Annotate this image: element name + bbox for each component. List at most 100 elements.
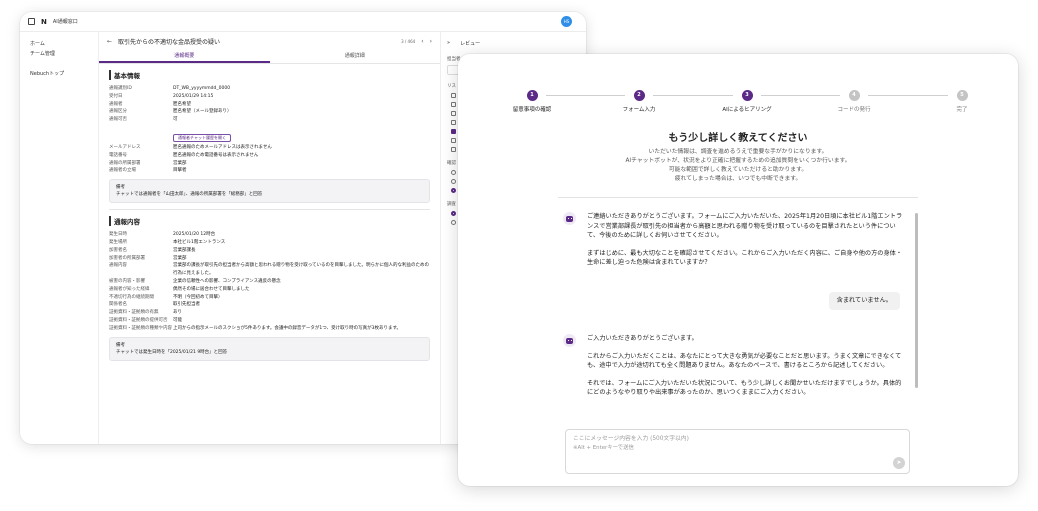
info-value: 上司からの指示メールのスクショが5件あります。会議中の録音データが1つ、受け取り… bbox=[173, 325, 402, 331]
info-value: DT_WB_yyyymmdd_0000 bbox=[173, 86, 231, 91]
note-label: 備考 bbox=[116, 342, 125, 348]
prev-icon[interactable]: ‹ bbox=[421, 38, 423, 45]
info-row: 通報者の立場 目撃者 bbox=[109, 167, 430, 175]
info-value: 可能 bbox=[173, 317, 182, 323]
intro-text: いただいた情報は、調査を進めるうえで重要な手がかりになります。 AIチャットボッ… bbox=[558, 148, 918, 184]
chat-scrollbar[interactable] bbox=[915, 213, 918, 388]
info-row: 不適切行為の継続期間 不明（今回初めて目撃） bbox=[109, 294, 430, 302]
info-row: 証拠資料・証拠類の種類や内容 上司からの指示メールのスクショが5件あります。会議中… bbox=[109, 325, 430, 333]
info-key: メールアドレス bbox=[109, 144, 141, 150]
info-key: 受付日 bbox=[109, 93, 123, 99]
note-text: チャットでは発生日時を「2025/01/21 9時台」と回答 bbox=[116, 349, 228, 355]
message-input[interactable]: ここにメッセージ内容を入力 (500文字以内) ※Alt + Enterキーで送… bbox=[565, 429, 910, 474]
info-row: 通報の所属部署 営業部 bbox=[109, 160, 430, 168]
step-number: 4 bbox=[848, 90, 860, 101]
risk-checkbox[interactable] bbox=[451, 147, 456, 152]
risk-checkbox[interactable] bbox=[451, 111, 456, 116]
info-value: 営業部課長 bbox=[173, 247, 196, 253]
info-value: 2025/01/29 14:15 bbox=[173, 93, 214, 99]
info-row: 発生日時 2025/01/20 12時台 bbox=[109, 231, 430, 239]
report-title: 取引先からの不適切な金品授受の疑い bbox=[118, 38, 221, 46]
info-key: 加害者の所属部署 bbox=[109, 255, 145, 261]
investigation-radio[interactable] bbox=[451, 220, 456, 225]
stepper: 1 留意事項の確認 2 フォーム入力 3 AIによるヒアリング 4 コードの発行 5 完了 bbox=[513, 90, 968, 120]
step-label: 留意事項の確認 bbox=[512, 107, 552, 113]
info-key: 通報の所属部署 bbox=[109, 160, 141, 166]
step-label: AIによるヒアリング bbox=[722, 107, 772, 113]
step-number: 3 bbox=[741, 90, 753, 101]
intro-line: いただいた情報は、調査を進めるうえで重要な手がかりになります。 bbox=[648, 149, 828, 155]
info-row: 通報者が知った経緯 偶然その場に居合わせて目撃しました bbox=[109, 286, 430, 294]
back-arrow-icon[interactable]: ← bbox=[107, 38, 112, 45]
step-4: 4 コードの発行 bbox=[814, 90, 894, 113]
tab-detail[interactable]: 通報詳細 bbox=[270, 50, 441, 63]
bot-avatar-icon bbox=[563, 334, 576, 347]
info-key: 証拠資料・証拠類の提供可否 bbox=[109, 317, 168, 323]
sidebar-item-home[interactable]: ホーム bbox=[30, 40, 88, 50]
collapse-icon[interactable]: » bbox=[447, 40, 450, 46]
sidebar: ホーム チーム管理 Nebuchトップ bbox=[20, 32, 98, 444]
input-hint: ※Alt + Enterキーで送信 bbox=[573, 444, 634, 451]
note-label: 備考 bbox=[116, 185, 125, 191]
intro-line: 可能な範囲で詳しく教えていただけると助かります。 bbox=[668, 167, 808, 173]
sidebar-toggle-icon[interactable] bbox=[28, 18, 35, 25]
chat-window: 1 留意事項の確認 2 フォーム入力 3 AIによるヒアリング 4 コードの発行 5 完了 もう少… bbox=[458, 54, 1018, 486]
risk-checkbox[interactable] bbox=[451, 138, 456, 143]
tab-summary[interactable]: 通報概要 bbox=[99, 50, 270, 63]
info-key: 証拠資料・証拠類の種類や内容 bbox=[109, 325, 172, 331]
info-value: あり bbox=[173, 310, 182, 316]
step-label: フォーム入力 bbox=[622, 107, 656, 113]
basic-info-section: 基本情報 通報識別ID DT_WB_yyyymmdd_0000 受付日 2025/01… bbox=[99, 64, 440, 211]
info-key: 通報者 bbox=[109, 101, 123, 107]
info-key: 電話番号 bbox=[109, 152, 127, 158]
risk-checkbox[interactable] bbox=[451, 102, 456, 107]
info-value: 営業部 bbox=[173, 255, 187, 261]
confirm-radio[interactable] bbox=[451, 170, 456, 175]
chat-history-button[interactable]: 通報者チャット履歴を開く bbox=[173, 133, 231, 142]
send-icon[interactable]: ➤ bbox=[893, 457, 905, 469]
page-title: もう少し詳しく教えてください bbox=[668, 133, 808, 144]
info-row: 電話番号 匿名通報のため電話番号は表示されません bbox=[109, 152, 430, 160]
info-value: 匿名希望（メール登録あり） bbox=[173, 109, 232, 115]
logo-icon: N bbox=[41, 17, 47, 26]
info-row: 証拠資料・証拠類の提供可否 可能 bbox=[109, 317, 430, 325]
sidebar-item-team[interactable]: チーム管理 bbox=[30, 50, 88, 60]
step-number: 2 bbox=[633, 90, 645, 101]
info-row: 通報者 匿名希望 bbox=[109, 101, 430, 109]
info-value: 営業部の課長が取引先の担当者から高額と思われる贈り物を受け取っているのを目撃しま… bbox=[173, 263, 430, 277]
intro-line: AIチャットボットが、状況をより正確に把握するための追加質問をいくつか行います。 bbox=[625, 158, 851, 164]
info-key: 通報区分 bbox=[109, 109, 127, 115]
report-header: ← 取引先からの不適切な金品授受の疑い 3 / 464 ‹ › bbox=[99, 32, 440, 50]
confirm-radio[interactable] bbox=[451, 188, 456, 193]
app-title: AI通報窓口 bbox=[52, 19, 78, 25]
risk-checkbox[interactable] bbox=[451, 93, 456, 98]
info-key: 被害の内容・影響 bbox=[109, 278, 145, 284]
info-key: 発生日時 bbox=[109, 232, 127, 238]
sidebar-item-top[interactable]: Nebuchトップ bbox=[30, 70, 88, 80]
info-value: 匿名通報のため電話番号は表示されません bbox=[173, 152, 259, 158]
note-box: 備考 チャットでは発生日時を「2025/01/21 9時台」と回答 bbox=[109, 336, 430, 361]
info-key: 不適切行為の継続期間 bbox=[109, 294, 154, 300]
info-row: 被害の内容・影響 企業の信頼性への影響、コンプライアンス違反の懸念 bbox=[109, 278, 430, 286]
info-row: 受付日 2025/01/29 14:15 bbox=[109, 93, 430, 101]
info-key: 証拠資料・証拠類の有無 bbox=[109, 310, 159, 316]
info-key: 通報内容 bbox=[109, 263, 127, 269]
info-value: 匿名通報のためメールアドレスは表示されません bbox=[173, 144, 272, 150]
investigation-radio[interactable] bbox=[451, 211, 456, 216]
step-number: 5 bbox=[956, 90, 968, 101]
intro-line: 疲れてしまった場合は、いつでも中断できます。 bbox=[674, 176, 802, 182]
info-row: 加害者の所属部署 営業部 bbox=[109, 255, 430, 263]
avatar[interactable]: HS bbox=[561, 16, 572, 27]
next-icon[interactable]: › bbox=[430, 38, 432, 45]
user-message: 含まれていません。 bbox=[828, 292, 900, 310]
confirm-radio[interactable] bbox=[451, 179, 456, 184]
message-text: ご連絡いただきありがとうございます。フォームにご入力いただいた、2025年1月2… bbox=[587, 213, 903, 240]
step-number: 1 bbox=[526, 90, 538, 101]
info-key: 発生場所 bbox=[109, 239, 127, 245]
message-text: ご入力いただきありがとうございます。 bbox=[587, 335, 698, 342]
info-key: 加害者名 bbox=[109, 247, 127, 253]
risk-checkbox[interactable] bbox=[451, 120, 456, 125]
risk-checkbox[interactable] bbox=[451, 129, 456, 134]
info-row: 発生場所 本社ビル1階エントランス bbox=[109, 239, 430, 247]
info-row: 加害者名 営業部課長 bbox=[109, 247, 430, 255]
